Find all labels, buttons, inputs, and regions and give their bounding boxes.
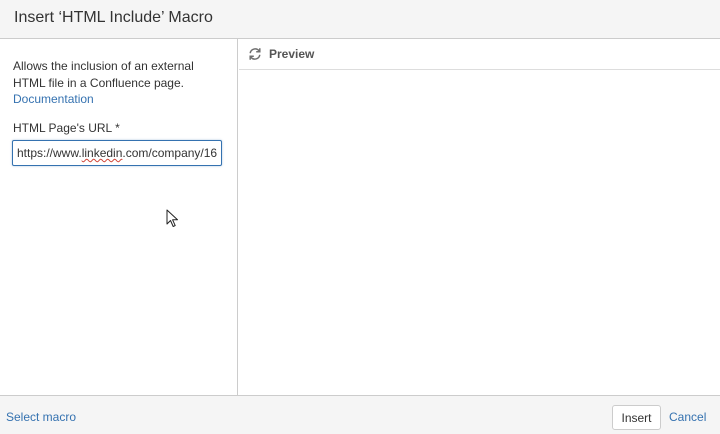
cancel-link[interactable]: Cancel [669, 410, 706, 424]
preview-header: Preview [239, 39, 720, 70]
url-input-value: https://www.linkedin.com/company/16 [17, 146, 218, 160]
insert-macro-dialog: Insert ‘HTML Include’ Macro Allows the i… [0, 0, 720, 434]
mouse-pointer-icon [166, 209, 178, 227]
dialog-title: Insert ‘HTML Include’ Macro [14, 9, 213, 26]
preview-panel: Preview [239, 39, 720, 395]
refresh-icon[interactable] [248, 47, 262, 61]
documentation-link[interactable]: Documentation [13, 92, 94, 106]
spellcheck-underline: linkedin [81, 146, 123, 160]
select-macro-link[interactable]: Select macro [6, 410, 76, 424]
html-page-url-input[interactable]: https://www.linkedin.com/company/16 [12, 140, 222, 166]
dialog-footer: Select macro Insert Cancel [0, 395, 720, 434]
macro-parameters-panel: Allows the inclusion of an external HTML… [0, 39, 238, 395]
preview-label[interactable]: Preview [269, 47, 314, 61]
macro-description: Allows the inclusion of an external HTML… [13, 59, 194, 90]
insert-button[interactable]: Insert [612, 405, 661, 430]
dialog-header: Insert ‘HTML Include’ Macro [0, 0, 720, 39]
url-field-label: HTML Page's URL * [13, 121, 120, 135]
